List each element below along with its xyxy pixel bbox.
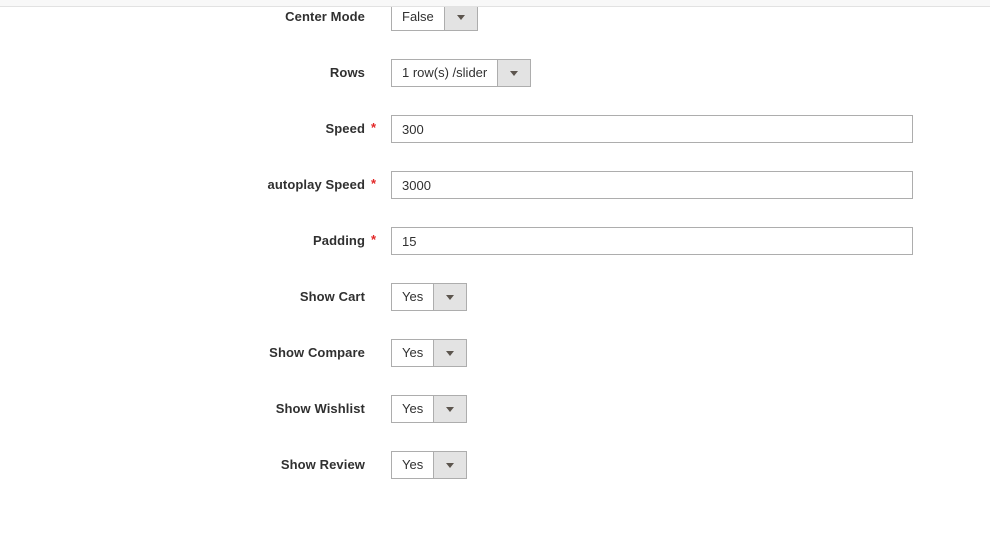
row-show-wishlist: Show Wishlist Yes xyxy=(0,395,990,423)
chevron-down-icon xyxy=(433,452,466,478)
row-show-cart: Show Cart Yes xyxy=(0,283,990,311)
speed-label: Speed xyxy=(0,115,365,143)
padding-label: Padding xyxy=(0,227,365,255)
field-cell: False xyxy=(391,3,990,31)
show-cart-select[interactable]: Yes xyxy=(391,283,467,311)
field-cell xyxy=(391,227,990,255)
select-value: Yes xyxy=(392,284,433,310)
field-cell: Yes xyxy=(391,283,990,311)
select-value: Yes xyxy=(392,452,433,478)
show-wishlist-label: Show Wishlist xyxy=(0,395,365,423)
select-value: 1 row(s) /slider xyxy=(392,60,497,86)
row-rows: Rows 1 row(s) /slider xyxy=(0,59,990,87)
row-show-compare: Show Compare Yes xyxy=(0,339,990,367)
field-cell xyxy=(391,171,990,199)
show-compare-select[interactable]: Yes xyxy=(391,339,467,367)
spacer xyxy=(365,451,391,479)
chevron-down-icon xyxy=(433,396,466,422)
autoplay-speed-input[interactable] xyxy=(391,171,913,199)
field-cell: Yes xyxy=(391,339,990,367)
select-value: Yes xyxy=(392,340,433,366)
spacer xyxy=(365,3,391,31)
required-asterisk: * xyxy=(365,227,391,255)
rows-label: Rows xyxy=(0,59,365,87)
rows-select[interactable]: 1 row(s) /slider xyxy=(391,59,531,87)
chevron-down-icon xyxy=(497,60,530,86)
show-wishlist-select[interactable]: Yes xyxy=(391,395,467,423)
spacer xyxy=(365,283,391,311)
padding-input[interactable] xyxy=(391,227,913,255)
field-cell: Yes xyxy=(391,395,990,423)
top-divider xyxy=(0,0,990,7)
row-show-review: Show Review Yes xyxy=(0,451,990,479)
required-asterisk: * xyxy=(365,171,391,199)
spacer xyxy=(365,339,391,367)
chevron-down-icon xyxy=(433,340,466,366)
field-cell: 1 row(s) /slider xyxy=(391,59,990,87)
spacer xyxy=(365,59,391,87)
show-review-label: Show Review xyxy=(0,451,365,479)
field-cell: Yes xyxy=(391,451,990,479)
center-mode-select[interactable]: False xyxy=(391,3,478,31)
required-asterisk: * xyxy=(365,115,391,143)
row-padding: Padding * xyxy=(0,227,990,255)
settings-form: Center Mode False Rows 1 row(s) /slider … xyxy=(0,3,990,507)
select-value: Yes xyxy=(392,396,433,422)
row-center-mode: Center Mode False xyxy=(0,3,990,31)
speed-input[interactable] xyxy=(391,115,913,143)
row-speed: Speed * xyxy=(0,115,990,143)
center-mode-label: Center Mode xyxy=(0,3,365,31)
spacer xyxy=(365,395,391,423)
chevron-down-icon xyxy=(433,284,466,310)
show-compare-label: Show Compare xyxy=(0,339,365,367)
row-autoplay-speed: autoplay Speed * xyxy=(0,171,990,199)
select-value: False xyxy=(392,4,444,30)
chevron-down-icon xyxy=(444,4,477,30)
show-review-select[interactable]: Yes xyxy=(391,451,467,479)
autoplay-speed-label: autoplay Speed xyxy=(0,171,365,199)
field-cell xyxy=(391,115,990,143)
show-cart-label: Show Cart xyxy=(0,283,365,311)
